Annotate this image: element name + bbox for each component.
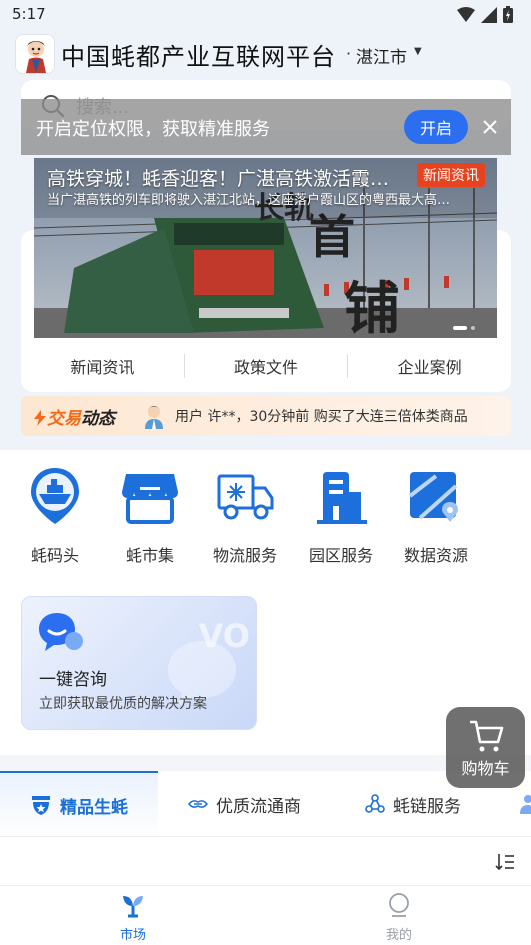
bottom-navigation: 市场 我的 <box>0 885 531 945</box>
star-shield-icon <box>32 796 50 815</box>
service-oyster-market[interactable]: 蚝市集 <box>110 466 190 566</box>
cold-chain-truck-icon <box>217 474 274 520</box>
status-time: 5:17 <box>12 5 46 23</box>
tab-label: 蚝链服务 <box>393 796 461 817</box>
lightning-icon <box>34 410 46 426</box>
market-stall-icon <box>122 474 178 524</box>
app-logo <box>15 34 55 74</box>
trade-logo-part1: 交易 <box>47 409 81 429</box>
location-permission-banner: 开启定位权限，获取精准服务 开启 <box>21 99 511 155</box>
sort-icon[interactable] <box>495 852 515 872</box>
tab-label: 精品生蚝 <box>60 797 128 818</box>
tab-policy[interactable]: 政策文件 <box>185 354 348 378</box>
app-title: 中国蚝都产业互联网平台 <box>61 43 336 71</box>
trade-logo-part2: 动态 <box>81 409 115 429</box>
news-tabs: 新闻资讯 政策文件 企业案例 <box>21 340 511 392</box>
ship-pin-icon <box>31 468 79 524</box>
tab-oyster-chain-services[interactable]: 蚝链服务 <box>365 771 461 836</box>
svg-text:首: 首 <box>309 210 355 264</box>
service-logistics[interactable]: 物流服务 <box>205 466 285 566</box>
consult-title: 一键咨询 <box>39 670 107 690</box>
service-label: 蚝市集 <box>125 546 174 565</box>
tab-quality-distributors[interactable]: 优质流通商 <box>188 771 301 836</box>
people-icon[interactable] <box>520 794 531 814</box>
one-click-consult-card[interactable]: VO 一键咨询 立即获取最优质的解决方案 <box>21 596 257 730</box>
battery-icon <box>503 6 513 23</box>
signal-icon <box>481 6 497 23</box>
floating-cart-button[interactable]: 购物车 <box>446 707 525 788</box>
consult-subtitle: 立即获取最优质的解决方案 <box>39 696 207 712</box>
profile-icon <box>389 893 409 917</box>
service-grid: 蚝码头 蚝市集 物流服务 园区服务 数据资源 <box>0 466 531 566</box>
nav-market[interactable]: 市场 <box>103 892 163 943</box>
map-data-icon <box>408 472 458 522</box>
service-oyster-dock[interactable]: 蚝码头 <box>15 466 95 566</box>
service-label: 园区服务 <box>308 546 373 565</box>
service-label: 蚝码头 <box>30 546 79 565</box>
service-park[interactable]: 园区服务 <box>301 466 381 566</box>
news-banner[interactable]: 首 铺 长轨 高铁穿城！蚝香迎客！广湛高铁激活霞… 当广湛高铁的列车即将驶入湛江… <box>34 158 497 338</box>
banner-description: 当广湛高铁的列车即将驶入湛江北站，这座落户霞山区的粤西最大高… <box>47 193 451 208</box>
banner-headline: 高铁穿城！蚝香迎客！广湛高铁激活霞… <box>47 168 390 190</box>
service-data[interactable]: 数据资源 <box>396 466 476 566</box>
city-separator: · <box>346 44 352 63</box>
carousel-indicator <box>453 326 475 330</box>
close-icon[interactable] <box>478 115 502 139</box>
chat-bubble-icon <box>39 613 83 651</box>
cart-label: 购物车 <box>461 759 510 778</box>
city-selector[interactable]: 湛江市 <box>356 43 407 68</box>
caret-down-icon[interactable]: ▼ <box>414 46 422 57</box>
tab-cases[interactable]: 企业案例 <box>348 354 511 378</box>
network-icon <box>365 794 385 813</box>
user-avatar-icon <box>145 406 163 429</box>
carousel-dot <box>453 326 467 330</box>
tab-label: 优质流通商 <box>216 796 301 817</box>
carousel-dot <box>471 326 475 330</box>
banner-category-badge: 新闻资讯 <box>417 163 485 187</box>
trade-feed-logo: 交易动态 <box>33 404 115 429</box>
tab-news[interactable]: 新闻资讯 <box>21 354 184 378</box>
market-sprout-icon <box>123 896 143 918</box>
nav-label: 我的 <box>385 928 412 943</box>
filter-row <box>0 838 531 886</box>
trade-feed[interactable]: 交易动态 用户 许**，30分钟前 购买了大连三倍体类商品 <box>21 396 511 436</box>
building-icon <box>317 472 367 524</box>
svg-text:铺: 铺 <box>344 276 400 338</box>
location-banner-text: 开启定位权限，获取精准服务 <box>36 119 270 140</box>
app-header: 中国蚝都产业互联网平台 · 湛江市 ▼ <box>0 30 531 78</box>
handshake-icon <box>188 800 208 808</box>
service-label: 数据资源 <box>403 546 468 565</box>
nav-label: 市场 <box>119 928 146 943</box>
tab-premium-oysters[interactable]: 精品生蚝 <box>0 771 158 836</box>
nav-profile[interactable]: 我的 <box>369 892 429 943</box>
shopping-cart-icon <box>470 720 504 752</box>
trade-feed-message: 用户 许**，30分钟前 购买了大连三倍体类商品 <box>175 409 468 425</box>
service-label: 物流服务 <box>212 546 277 565</box>
status-bar: 5:17 <box>0 0 531 30</box>
wifi-icon <box>457 6 475 22</box>
enable-location-button[interactable]: 开启 <box>404 110 468 144</box>
